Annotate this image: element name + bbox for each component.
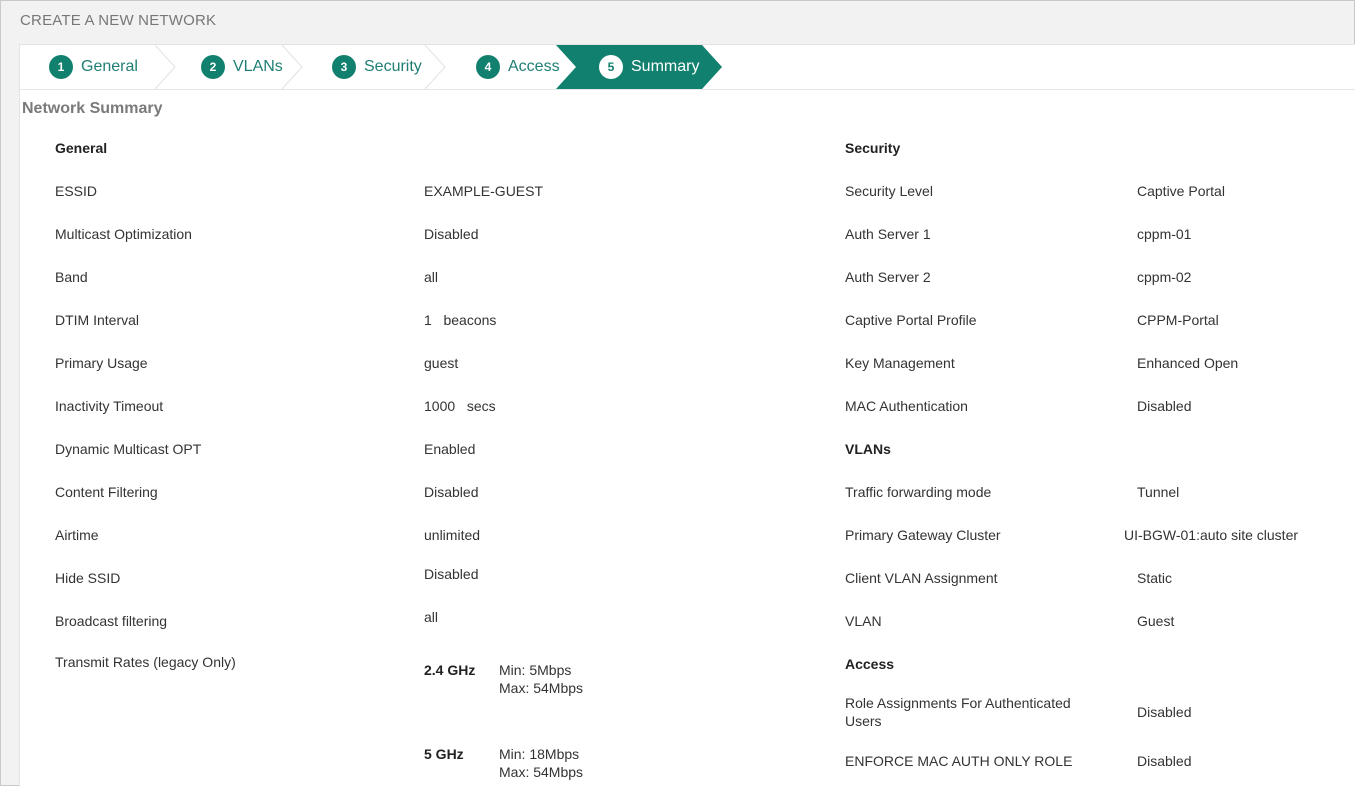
airtime-value: unlimited xyxy=(424,527,481,543)
step-separator xyxy=(281,45,303,90)
captive-portal-profile-label: Captive Portal Profile xyxy=(845,312,977,328)
enforce-mac-auth-label: ENFORCE MAC AUTH ONLY ROLE xyxy=(845,753,1073,769)
content-filtering-value: Disabled xyxy=(424,484,479,500)
captive-portal-profile-value: CPPM-Portal xyxy=(1137,312,1219,328)
step-number: 1 xyxy=(49,55,73,79)
auth-server-1-label: Auth Server 1 xyxy=(845,226,931,242)
transmit-rates-label: Transmit Rates (legacy Only) xyxy=(55,654,236,670)
security-level-label: Security Level xyxy=(845,183,933,199)
inactivity-timeout-value: 1000 secs xyxy=(424,398,496,414)
wizard-step-vlans[interactable]: 2 VLANs xyxy=(201,45,283,89)
security-level-value: Captive Portal xyxy=(1137,183,1225,199)
window-frame: CREATE A NEW NETWORK 1 General 2 VLANs 3… xyxy=(0,0,1355,786)
hide-ssid-label: Hide SSID xyxy=(55,570,121,586)
auth-server-2-value: cppm-02 xyxy=(1137,269,1192,285)
wizard-step-access[interactable]: 4 Access xyxy=(476,45,560,89)
broadcast-filtering-value: all xyxy=(424,609,439,625)
wizard-steps: 1 General 2 VLANs 3 Security 4 Access 5 … xyxy=(20,45,1355,90)
multicast-optimization-value: Disabled xyxy=(424,226,479,242)
inactivity-timeout-label: Inactivity Timeout xyxy=(55,398,164,414)
step-label: VLANs xyxy=(233,58,283,75)
content-filtering-label: Content Filtering xyxy=(55,484,158,500)
wizard-step-summary[interactable]: 5 Summary xyxy=(599,45,699,89)
access-heading: Access xyxy=(845,656,895,672)
essid-label: ESSID xyxy=(55,183,98,199)
step-label: Access xyxy=(508,58,560,75)
role-assignments-label: Role Assignments For Authenticated Users xyxy=(845,695,1071,729)
security-heading: Security xyxy=(845,140,901,156)
step-label: General xyxy=(81,58,138,75)
step-number: 3 xyxy=(332,55,356,79)
page-title: CREATE A NEW NETWORK xyxy=(20,12,217,29)
primary-usage-label: Primary Usage xyxy=(55,355,148,371)
step-label: Security xyxy=(364,58,422,75)
primary-gateway-cluster-label: Primary Gateway Cluster xyxy=(845,527,1001,543)
key-management-label: Key Management xyxy=(845,355,955,371)
client-vlan-assignment-value: Static xyxy=(1137,570,1173,586)
network-summary-title: Network Summary xyxy=(22,100,163,117)
broadcast-filtering-label: Broadcast filtering xyxy=(55,613,168,629)
traffic-forwarding-mode-label: Traffic forwarding mode xyxy=(845,484,992,500)
band-label: Band xyxy=(55,269,88,285)
step-number: 4 xyxy=(476,55,500,79)
mac-authentication-value: Disabled xyxy=(1137,398,1192,414)
primary-usage-value: guest xyxy=(424,355,459,371)
step-separator xyxy=(424,45,446,90)
dynamic-multicast-value: Enabled xyxy=(424,441,476,457)
airtime-label: Airtime xyxy=(55,527,99,543)
vlans-heading: VLANs xyxy=(845,441,891,457)
rate-24ghz-max: Max: 54Mbps xyxy=(499,680,584,696)
wizard-step-general[interactable]: 1 General xyxy=(49,45,138,89)
rate-5ghz-max: Max: 54Mbps xyxy=(499,764,584,780)
vlan-label: VLAN xyxy=(845,613,882,629)
dynamic-multicast-label: Dynamic Multicast OPT xyxy=(55,441,202,457)
mac-authentication-label: MAC Authentication xyxy=(845,398,968,414)
wizard-step-security[interactable]: 3 Security xyxy=(332,45,422,89)
essid-value: EXAMPLE-GUEST xyxy=(424,183,544,199)
traffic-forwarding-mode-value: Tunnel xyxy=(1137,484,1180,500)
rate-24ghz-min: Min: 5Mbps xyxy=(499,662,572,678)
step-number: 2 xyxy=(201,55,225,79)
step-number: 5 xyxy=(599,55,623,79)
rate-5ghz-min: Min: 18Mbps xyxy=(499,746,580,762)
step-label: Summary xyxy=(631,58,700,75)
auth-server-1-value: cppm-01 xyxy=(1137,226,1192,242)
rate-band-5ghz: 5 GHz xyxy=(424,746,464,762)
vlan-value: Guest xyxy=(1137,613,1175,629)
key-management-value: Enhanced Open xyxy=(1137,355,1239,371)
role-assignments-value: Disabled xyxy=(1137,704,1192,720)
enforce-mac-auth-value: Disabled xyxy=(1137,753,1192,769)
band-value: all xyxy=(424,269,439,285)
wizard-panel: 1 General 2 VLANs 3 Security 4 Access 5 … xyxy=(19,44,1355,786)
dtim-interval-value: 1 beacons xyxy=(424,312,497,328)
client-vlan-assignment-label: Client VLAN Assignment xyxy=(845,570,998,586)
auth-server-2-label: Auth Server 2 xyxy=(845,269,931,285)
general-heading: General xyxy=(55,140,108,156)
multicast-optimization-label: Multicast Optimization xyxy=(55,226,192,242)
hide-ssid-value: Disabled xyxy=(424,566,479,582)
rate-band-24ghz: 2.4 GHz xyxy=(424,662,476,678)
step-separator xyxy=(154,45,176,90)
primary-gateway-cluster-value: UI-BGW-01:auto site cluster xyxy=(1124,527,1299,543)
dtim-interval-label: DTIM Interval xyxy=(55,312,140,328)
